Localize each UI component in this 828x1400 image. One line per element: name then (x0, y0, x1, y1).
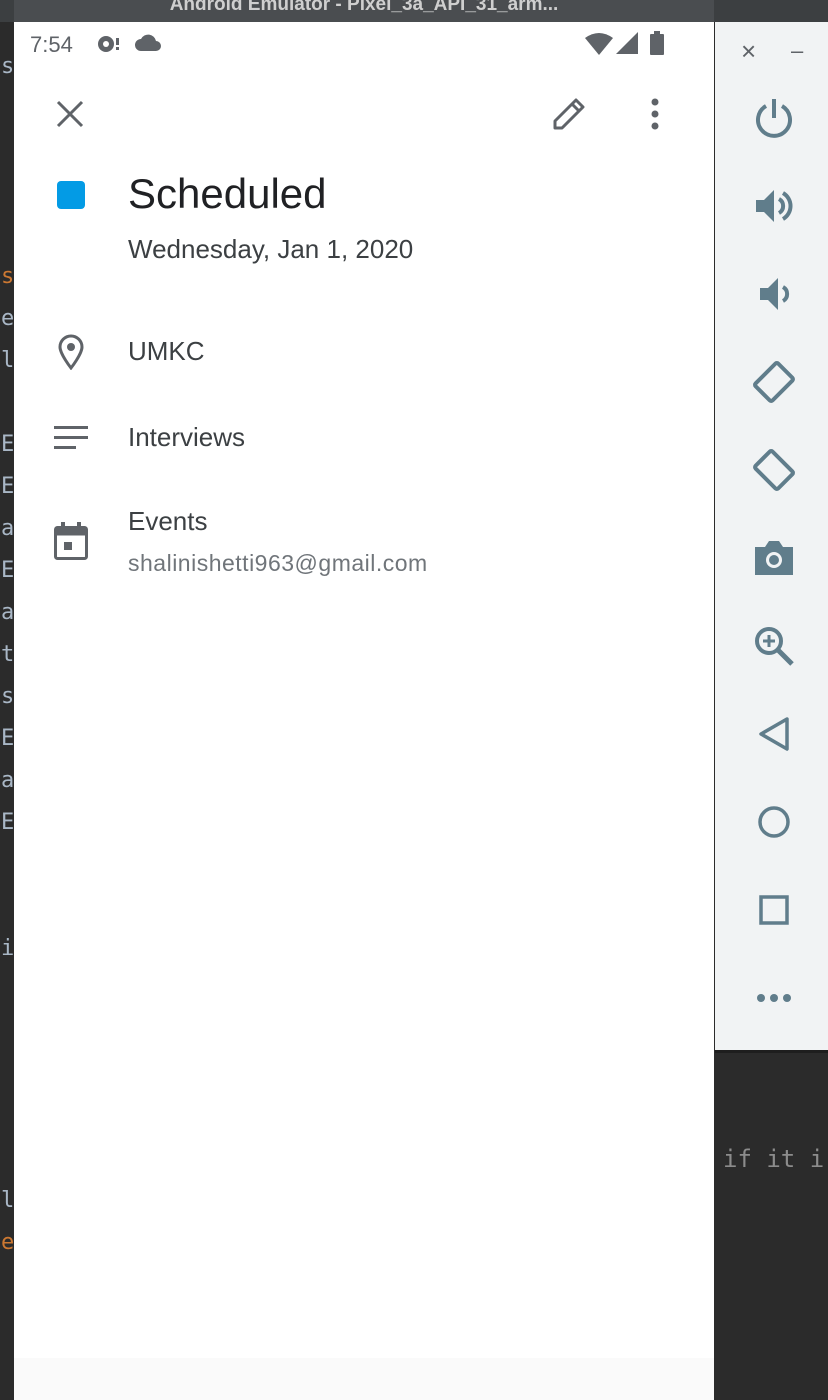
rotate-right-icon[interactable] (748, 444, 800, 496)
calendar-name: Events (128, 506, 208, 536)
calendar-icon (54, 522, 88, 560)
battery-icon (650, 31, 664, 55)
signal-icon (616, 32, 638, 54)
gutter-char: l (1, 1188, 14, 1213)
back-icon[interactable] (748, 708, 800, 760)
event-date: Wednesday, Jan 1, 2020 (128, 234, 414, 264)
gutter-char: e (1, 306, 14, 331)
gutter-char: a (1, 516, 14, 541)
status-time: 7:54 (30, 32, 73, 57)
overview-icon[interactable] (748, 884, 800, 936)
event-title: Scheduled (128, 170, 327, 217)
event-location[interactable]: UMKC (128, 336, 205, 367)
gutter-char: s (1, 684, 14, 709)
gutter-char: l (1, 348, 14, 373)
gutter-char: e (1, 1230, 14, 1255)
power-icon[interactable] (748, 92, 800, 144)
more-options-icon[interactable] (649, 98, 661, 130)
location-icon (58, 334, 84, 370)
camera-icon[interactable] (748, 532, 800, 584)
event-color-swatch (57, 181, 85, 209)
gutter-char: E (1, 558, 14, 583)
window-title: Android Emulator - Pixel_3a_API_31_arm..… (14, 0, 714, 22)
gutter-char: i (1, 936, 14, 961)
home-icon[interactable] (748, 796, 800, 848)
ide-code-line: if it i (723, 1145, 825, 1173)
gutter-char: s (1, 264, 14, 289)
event-description: Interviews (128, 422, 246, 452)
gutter-char: a (1, 768, 14, 793)
calendar-account: shalinishetti963@gmail.com (128, 550, 428, 576)
gutter-char: E (1, 474, 14, 499)
gutter-char: E (1, 810, 14, 835)
sync-notification-icon (98, 36, 119, 52)
emulator-tool-panel: × – (715, 22, 828, 1050)
cloud-icon (135, 34, 161, 51)
panel-close-button[interactable]: × (741, 36, 756, 67)
ide-editor-right: if it i (715, 1050, 828, 1400)
ide-editor-left: s s e l E E a E a t s E a E i l e (0, 22, 14, 1400)
gutter-char: E (1, 432, 14, 457)
wifi-icon (585, 33, 613, 55)
rotate-left-icon[interactable] (748, 356, 800, 408)
zoom-icon[interactable] (748, 620, 800, 672)
status-bar: 7:54 (14, 22, 714, 66)
phone-screen: 7:54 Scheduled Wednesday, Jan 1, 2020 UM… (14, 22, 714, 1400)
divider (715, 1050, 828, 1053)
gutter-char: a (1, 600, 14, 625)
description-icon (54, 426, 88, 449)
emulator-window-titlebar: Android Emulator - Pixel_3a_API_31_arm..… (0, 0, 828, 22)
close-icon[interactable] (56, 100, 84, 128)
edit-icon[interactable] (551, 96, 587, 132)
panel-minimize-button[interactable]: – (791, 38, 803, 64)
navigation-bar (14, 1358, 714, 1400)
volume-up-icon[interactable] (748, 180, 800, 232)
volume-down-icon[interactable] (748, 268, 800, 320)
gutter-char: t (1, 642, 14, 667)
gutter-char: E (1, 726, 14, 751)
gutter-char: s (1, 54, 14, 79)
more-icon[interactable] (748, 972, 800, 1024)
